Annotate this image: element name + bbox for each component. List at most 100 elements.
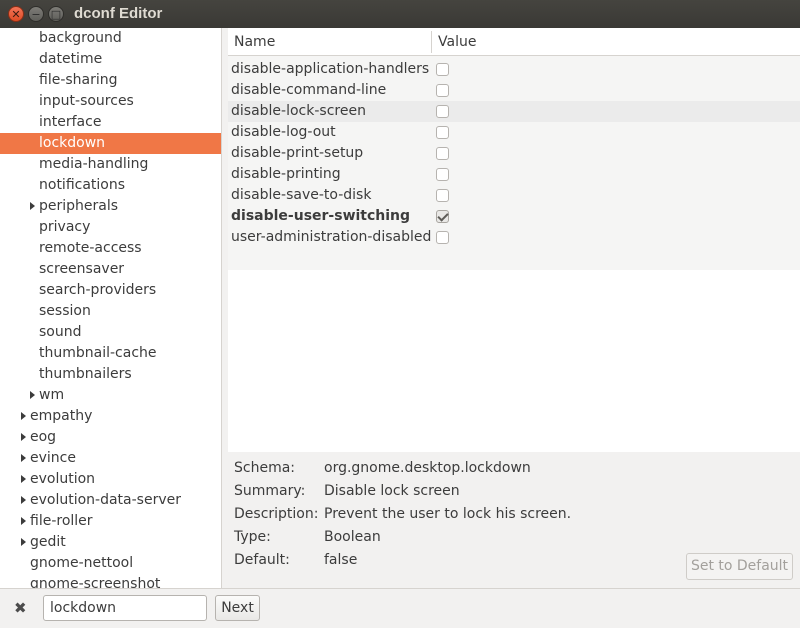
tree-item-remote-access[interactable]: remote-access (0, 238, 221, 259)
tree-item-session[interactable]: session (0, 301, 221, 322)
tree-item-label: input-sources (39, 93, 134, 109)
key-row-disable-print-setup[interactable]: disable-print-setup (228, 143, 800, 164)
tree-item-label: screensaver (39, 261, 125, 277)
expander-arrow-icon[interactable] (21, 475, 26, 483)
close-icon: ✕ (11, 7, 21, 21)
tree-item-wm[interactable]: wm (0, 385, 221, 406)
tree-item-label: background (39, 30, 122, 46)
key-name: user-administration-disabled (231, 229, 432, 245)
key-row-disable-printing[interactable]: disable-printing (228, 164, 800, 185)
tree-item-evolution[interactable]: evolution (0, 469, 221, 490)
tree-item-notifications[interactable]: notifications (0, 175, 221, 196)
expander-arrow-icon[interactable] (21, 517, 26, 525)
expander-arrow-icon[interactable] (30, 391, 35, 399)
value-checkbox[interactable] (436, 168, 449, 181)
tree-item-evolution-data-server[interactable]: evolution-data-server (0, 490, 221, 511)
tree-item-thumbnailers[interactable]: thumbnailers (0, 364, 221, 385)
tree-item-label: gedit (30, 534, 66, 550)
value-checkbox[interactable] (436, 105, 449, 118)
set-to-default-button[interactable]: Set to Default (686, 553, 793, 580)
tree-item-lockdown[interactable]: lockdown (0, 133, 221, 154)
tree-item-gnome-screenshot[interactable]: gnome-screenshot (0, 574, 221, 588)
value-checkbox[interactable] (436, 210, 449, 223)
key-row-disable-save-to-disk[interactable]: disable-save-to-disk (228, 185, 800, 206)
tree-item-screensaver[interactable]: screensaver (0, 259, 221, 280)
search-bar: ✖ Next (0, 588, 800, 628)
expander-arrow-icon[interactable] (21, 538, 26, 546)
expander-arrow-icon[interactable] (21, 412, 26, 420)
close-search-icon[interactable]: ✖ (14, 599, 27, 617)
next-button[interactable]: Next (215, 595, 260, 621)
key-row-user-administration-disabled[interactable]: user-administration-disabled (228, 227, 800, 248)
minimize-window-button[interactable]: − (28, 6, 44, 22)
tree-item-label: thumbnail-cache (39, 345, 157, 361)
tree-item-label: interface (39, 114, 102, 130)
value-checkbox[interactable] (436, 84, 449, 97)
key-row-disable-user-switching[interactable]: disable-user-switching (228, 206, 800, 227)
detail-default-value: false (324, 552, 358, 568)
detail-schema-label: Schema: (234, 460, 296, 476)
key-name: disable-lock-screen (231, 103, 366, 119)
tree-item-file-sharing[interactable]: file-sharing (0, 70, 221, 91)
column-header-value[interactable]: Value (438, 28, 476, 56)
schema-tree: background datetime file-sharing input-sour… (0, 28, 222, 588)
key-name: disable-application-handlers (231, 61, 430, 77)
tree-item-file-roller[interactable]: file-roller (0, 511, 221, 532)
expander-arrow-icon[interactable] (21, 454, 26, 462)
key-name: disable-user-switching (231, 208, 411, 224)
key-name: disable-save-to-disk (231, 187, 372, 203)
key-row-disable-lock-screen[interactable]: disable-lock-screen (228, 101, 800, 122)
tree-item-media-handling[interactable]: media-handling (0, 154, 221, 175)
value-checkbox[interactable] (436, 147, 449, 160)
tree-item-eog[interactable]: eog (0, 427, 221, 448)
tree-item-evince[interactable]: evince (0, 448, 221, 469)
detail-schema-value: org.gnome.desktop.lockdown (324, 460, 531, 476)
close-window-button[interactable]: ✕ (8, 6, 24, 22)
tree-item-thumbnail-cache[interactable]: thumbnail-cache (0, 343, 221, 364)
tree-item-label: wm (39, 387, 65, 403)
expander-arrow-icon[interactable] (30, 202, 35, 210)
title-bar: ✕ − □ dconf Editor (0, 0, 800, 28)
maximize-window-button[interactable]: □ (48, 6, 64, 22)
tree-item-sound[interactable]: sound (0, 322, 221, 343)
tree-item-datetime[interactable]: datetime (0, 49, 221, 70)
tree-item-interface[interactable]: interface (0, 112, 221, 133)
tree-item-label: privacy (39, 219, 91, 235)
tree-item-gnome-nettool[interactable]: gnome-nettool (0, 553, 221, 574)
tree-item-label: peripherals (39, 198, 119, 214)
tree-item-label: remote-access (39, 240, 142, 256)
expander-arrow-icon[interactable] (21, 496, 26, 504)
detail-description-value: Prevent the user to lock his screen. (324, 506, 572, 522)
key-row-disable-application-handlers[interactable]: disable-application-handlers (228, 59, 800, 80)
tree-item-privacy[interactable]: privacy (0, 217, 221, 238)
tree-item-label: empathy (30, 408, 93, 424)
expander-arrow-icon[interactable] (21, 433, 26, 441)
tree-item-peripherals[interactable]: peripherals (0, 196, 221, 217)
detail-type-label: Type: (234, 529, 271, 545)
tree-item-input-sources[interactable]: input-sources (0, 91, 221, 112)
key-row-disable-log-out[interactable]: disable-log-out (228, 122, 800, 143)
tree-item-label: evolution (30, 471, 96, 487)
tree-item-background[interactable]: background (0, 28, 221, 49)
tree-item-search-providers[interactable]: search-providers (0, 280, 221, 301)
key-name: disable-command-line (231, 82, 387, 98)
window-title: dconf Editor (74, 5, 163, 22)
column-header-name[interactable]: Name (234, 28, 275, 56)
search-input[interactable] (43, 595, 207, 621)
tree-item-gedit[interactable]: gedit (0, 532, 221, 553)
value-checkbox[interactable] (436, 126, 449, 139)
tree-item-label: gnome-screenshot (30, 576, 161, 588)
maximize-icon: □ (50, 7, 62, 21)
tree-item-label: file-roller (30, 513, 93, 529)
value-checkbox[interactable] (436, 231, 449, 244)
tree-item-label: datetime (39, 51, 103, 67)
key-row-disable-command-line[interactable]: disable-command-line (228, 80, 800, 101)
tree-item-empathy[interactable]: empathy (0, 406, 221, 427)
tree-item-label: lockdown (39, 135, 106, 151)
detail-default-label: Default: (234, 552, 290, 568)
value-checkbox[interactable] (436, 63, 449, 76)
minimize-icon: − (31, 7, 41, 21)
list-header: Name Value (228, 28, 800, 56)
tree-item-label: search-providers (39, 282, 157, 298)
value-checkbox[interactable] (436, 189, 449, 202)
